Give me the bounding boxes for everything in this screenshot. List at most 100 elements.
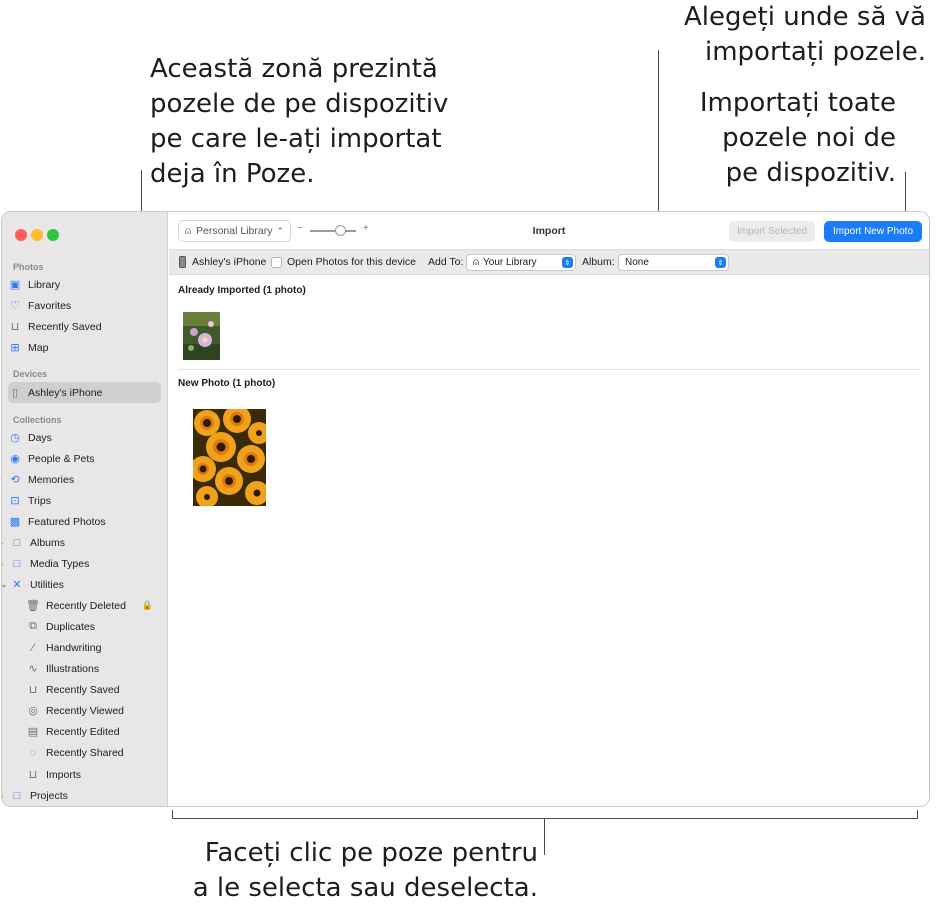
sidebar-item-label: Albums <box>30 536 66 549</box>
sidebar-item-label: Handwriting <box>46 641 102 654</box>
sidebar-item-recently-shared[interactable]: ◌ Recently Shared <box>26 742 161 763</box>
sidebar-item-imports[interactable]: ⊔ Imports <box>26 764 161 785</box>
add-to-popup[interactable]: ⍝ Your Library ⇕ <box>466 254 576 271</box>
add-to-label: Add To: <box>428 256 464 268</box>
shared-icon: ◌ <box>29 746 37 759</box>
map-icon: ⊞ <box>10 342 20 354</box>
sidebar-item-library[interactable]: ▣ Library <box>8 274 161 295</box>
already-imported-photo[interactable] <box>183 312 220 360</box>
sidebar-header-collections: Collections <box>13 415 62 425</box>
sidebar-item-label: Recently Viewed <box>46 704 125 717</box>
album-label: Album: <box>582 256 615 268</box>
close-button[interactable] <box>15 229 27 241</box>
tray-icon: ⊔ <box>10 321 20 333</box>
chevron-updown-icon: ⇕ <box>562 257 573 268</box>
bracket-content-left <box>172 810 173 819</box>
minimize-button[interactable] <box>31 229 43 241</box>
sidebar-item-label: Favorites <box>28 299 72 312</box>
chevron-right-icon[interactable]: › <box>2 538 10 548</box>
sidebar-item-label: Imports <box>46 768 82 781</box>
sidebar-item-ashleys-iphone[interactable]: ▯ Ashley's iPhone <box>8 382 161 403</box>
memories-icon: ⟲ <box>10 474 20 486</box>
sidebar-item-media-types[interactable]: › □ Media Types <box>2 553 153 574</box>
sidebar-item-label: Recently Saved <box>46 683 120 696</box>
toolbar: ⍝ Personal Library ⌃ − + Import Import S… <box>169 212 929 250</box>
sidebar-item-favorites[interactable]: ♡ Favorites <box>8 295 161 316</box>
chevron-right-icon[interactable]: › <box>2 559 10 569</box>
sidebar-item-label: Ashley's iPhone <box>28 386 103 399</box>
sidebar-item-featured-photos[interactable]: ▩ Featured Photos <box>8 511 161 532</box>
sidebar-item-label: Projects <box>30 789 68 802</box>
sidebar-header-devices: Devices <box>13 369 48 379</box>
tray-icon: ⊔ <box>28 684 38 696</box>
lock-icon: 🔒 <box>141 600 153 610</box>
sidebar-item-recently-deleted[interactable]: 🗑 Recently Deleted 🔒 <box>26 595 161 616</box>
sidebar-item-recently-viewed[interactable]: ◎ Recently Viewed <box>26 700 161 721</box>
import-new-photo-button[interactable]: Import New Photo <box>824 221 922 242</box>
sidebar: Photos ▣ Library ♡ Favorites ⊔ Recently … <box>2 212 168 806</box>
zoom-button[interactable] <box>47 229 59 241</box>
folder-icon: □ <box>13 789 21 802</box>
suitcase-icon: ⊡ <box>10 495 20 507</box>
folder-icon: □ <box>13 536 21 549</box>
iphone-icon: ▯ <box>11 387 19 399</box>
eye-icon: ◎ <box>28 705 38 717</box>
album-value: None <box>625 257 649 268</box>
import-content: Already Imported (1 photo) New Photo (1 … <box>169 276 929 806</box>
person-circle-icon: ◉ <box>10 453 20 465</box>
sidebar-item-label: Memories <box>28 473 75 486</box>
bracket-content-right <box>917 810 918 819</box>
chevron-down-icon[interactable]: ⌄ <box>2 579 10 590</box>
clock-icon: ◷ <box>10 432 20 444</box>
tray-icon: ⊔ <box>28 769 38 781</box>
leader-line-click <box>544 819 545 855</box>
sidebar-item-projects[interactable]: › □ Projects <box>2 785 153 806</box>
chevron-right-icon[interactable]: › <box>2 791 10 801</box>
sidebar-item-people-pets[interactable]: ◉ People & Pets <box>8 448 161 469</box>
callout-import-all: Importați toate pozele noi de pe dispozi… <box>699 88 896 188</box>
sidebar-item-label: Illustrations <box>46 662 100 675</box>
sidebar-item-label: Library <box>28 278 61 291</box>
chevron-updown-icon: ⇕ <box>715 257 726 268</box>
sidebar-item-label: Days <box>28 431 52 444</box>
import-selected-button[interactable]: Import Selected <box>729 221 815 242</box>
sidebar-item-days[interactable]: ◷ Days <box>8 427 161 448</box>
sidebar-item-handwriting[interactable]: ⁄ Handwriting <box>26 637 161 658</box>
callout-click-photos: Faceți clic pe poze pentru a le selecta … <box>192 838 538 903</box>
sidebar-item-label: Duplicates <box>46 620 96 633</box>
open-photos-checkbox[interactable] <box>271 257 282 268</box>
sidebar-item-memories[interactable]: ⟲ Memories <box>8 469 161 490</box>
sidebar-item-label: Recently Edited <box>46 725 120 738</box>
import-options-bar: Ashley's iPhone Open Photos for this dev… <box>169 250 929 275</box>
new-photo-title: New Photo (1 photo) <box>178 378 276 389</box>
library-icon: ▣ <box>9 279 21 291</box>
open-photos-label: Open Photos for this device <box>287 256 416 268</box>
photos-window: Photos ▣ Library ♡ Favorites ⊔ Recently … <box>1 211 930 807</box>
new-photo[interactable] <box>193 409 266 506</box>
sidebar-item-label: Featured Photos <box>28 515 106 528</box>
device-name: Ashley's iPhone <box>192 256 267 268</box>
person-icon: ⍝ <box>473 257 479 268</box>
edit-icon: ▤ <box>27 726 39 738</box>
sidebar-item-recently-saved[interactable]: ⊔ Recently Saved <box>8 316 161 337</box>
sidebar-item-recently-edited[interactable]: ▤ Recently Edited <box>26 721 161 742</box>
tools-icon: ✕ <box>12 579 22 591</box>
illustration-icon: ∿ <box>28 663 38 675</box>
sidebar-item-label: Map <box>28 341 49 354</box>
sidebar-item-illustrations[interactable]: ∿ Illustrations <box>26 658 161 679</box>
sidebar-item-utilities[interactable]: ⌄ ✕ Utilities <box>2 574 153 595</box>
add-to-value: Your Library <box>483 257 537 268</box>
trash-icon: 🗑 <box>26 600 40 612</box>
sidebar-item-label: People & Pets <box>28 452 95 465</box>
photo-icon: ▩ <box>9 516 21 528</box>
sidebar-item-map[interactable]: ⊞ Map <box>8 337 161 358</box>
sidebar-item-label: Recently Saved <box>28 320 102 333</box>
sidebar-item-duplicates[interactable]: ⧉ Duplicates <box>26 616 161 637</box>
sidebar-item-albums[interactable]: › □ Albums <box>2 532 153 553</box>
sidebar-item-utilities-recently-saved[interactable]: ⊔ Recently Saved <box>26 679 161 700</box>
section-divider <box>178 369 921 370</box>
album-popup[interactable]: None ⇕ <box>618 254 729 271</box>
sidebar-item-label: Utilities <box>30 578 64 591</box>
sidebar-item-trips[interactable]: ⊡ Trips <box>8 490 161 511</box>
sidebar-header-photos: Photos <box>13 262 44 272</box>
